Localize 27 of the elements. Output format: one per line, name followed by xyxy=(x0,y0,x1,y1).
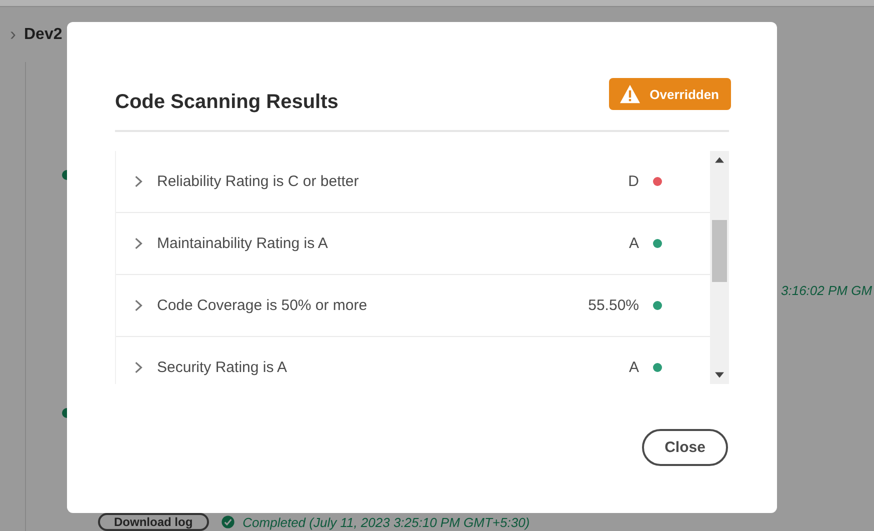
chevron-right-icon xyxy=(134,175,143,188)
badge-label: Overridden xyxy=(650,86,719,102)
breadcrumb-separator: › xyxy=(10,24,16,45)
result-value: A xyxy=(628,359,639,376)
chevron-right-icon xyxy=(134,299,143,312)
result-label: Security Rating is A xyxy=(157,359,288,376)
chevron-right-icon xyxy=(134,361,143,374)
result-label: Code Coverage is 50% or more xyxy=(157,297,368,314)
scroll-down-icon[interactable] xyxy=(715,372,724,378)
result-row[interactable]: Maintainability Rating is A A xyxy=(116,213,710,275)
timestamp: 3:16:02 PM GM xyxy=(781,283,872,298)
scrollbar[interactable] xyxy=(710,151,729,384)
chevron-right-icon xyxy=(134,237,143,250)
status-text: Completed (July 11, 2023 3:25:10 PM GMT+5:30) xyxy=(242,516,530,528)
close-button[interactable]: Close xyxy=(642,429,728,466)
warning-icon xyxy=(618,84,641,104)
result-value: A xyxy=(628,235,639,252)
result-value: 55.50% xyxy=(588,297,639,314)
result-label: Maintainability Rating is A xyxy=(157,235,329,252)
result-row[interactable]: Reliability Rating is C or better D xyxy=(116,151,710,213)
result-row[interactable]: Code Coverage is 50% or more 55.50% xyxy=(116,275,710,337)
result-label: Reliability Rating is C or better xyxy=(157,173,360,190)
scroll-up-icon[interactable] xyxy=(715,157,724,163)
scrollbar-thumb[interactable] xyxy=(712,220,727,282)
dialog-title: Code Scanning Results xyxy=(115,90,338,114)
breadcrumb-item[interactable]: Dev2 xyxy=(24,26,62,44)
result-value: D xyxy=(628,173,639,190)
